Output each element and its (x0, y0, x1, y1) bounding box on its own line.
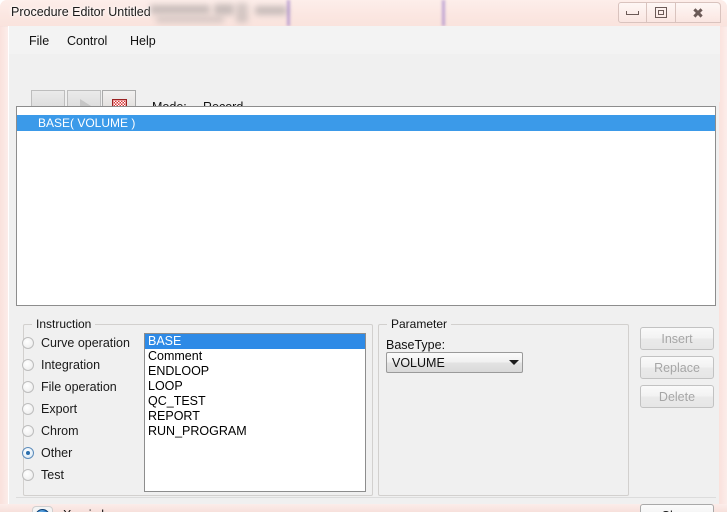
window-border-right (719, 26, 727, 512)
radio-file-operation[interactable]: File operation (22, 380, 117, 394)
instruction-group-title: Instruction (32, 317, 96, 331)
radio-label: Chrom (41, 424, 79, 438)
redacted-artifact (214, 4, 234, 15)
radio-export[interactable]: Export (22, 402, 77, 416)
radio-icon (22, 381, 34, 393)
menu-item-help[interactable]: Help (124, 32, 162, 50)
menu-item-control[interactable]: Control (61, 32, 113, 50)
minimize-button[interactable] (618, 2, 647, 23)
close-window-button[interactable]: ✖ (676, 2, 721, 23)
radio-icon (22, 359, 34, 371)
radio-icon (22, 469, 34, 481)
maximize-icon (655, 7, 667, 18)
client-area: File Control Help REC Mode: Record BASE(… (8, 26, 720, 512)
radio-label: Test (41, 468, 64, 482)
maximize-button[interactable] (647, 2, 676, 23)
radio-label: Curve operation (41, 336, 130, 350)
radio-label: Export (41, 402, 78, 416)
radio-label: Other (41, 446, 73, 460)
redacted-artifact (236, 3, 248, 23)
radio-icon-checked (22, 447, 34, 459)
redacted-artifact (255, 6, 287, 15)
radio-label: File operation (41, 380, 117, 394)
minimize-icon (626, 10, 639, 15)
basetype-value: VOLUME (392, 355, 445, 370)
radio-icon (22, 425, 34, 437)
help-icon[interactable]: ? (32, 506, 53, 512)
window-border-left (0, 26, 8, 512)
title-bar: Procedure Editor Untitled ✖ (0, 0, 727, 27)
status-text: X-axis base (63, 508, 128, 512)
basetype-label: BaseType: (386, 338, 446, 352)
delete-button[interactable]: Delete (640, 385, 714, 408)
instruction-listbox[interactable]: BASE Comment ENDLOOP LOOP QC_TEST REPORT… (144, 333, 366, 492)
close-button[interactable]: Close (640, 504, 714, 512)
window-controls: ✖ (618, 2, 721, 23)
list-item-loop[interactable]: LOOP (145, 379, 365, 394)
list-item-run-program[interactable]: RUN_PROGRAM (145, 424, 365, 439)
footer-separator (16, 497, 716, 498)
program-row-selected[interactable]: BASE( VOLUME ) (17, 115, 715, 131)
redacted-artifact (156, 16, 224, 23)
menu-bar: File Control Help (9, 26, 720, 55)
purple-streak-artifact (441, 0, 446, 26)
purple-streak-artifact (286, 0, 291, 26)
insert-button[interactable]: Insert (640, 327, 714, 350)
list-item-endloop[interactable]: ENDLOOP (145, 364, 365, 379)
radio-curve-operation[interactable]: Curve operation (22, 336, 130, 350)
toolbar: REC Mode: Record (9, 54, 720, 122)
list-top-spacer (17, 107, 715, 115)
radio-chrom[interactable]: Chrom (22, 424, 79, 438)
replace-button[interactable]: Replace (640, 356, 714, 379)
radio-integration[interactable]: Integration (22, 358, 100, 372)
parameter-group-title: Parameter (387, 317, 452, 331)
radio-test[interactable]: Test (22, 468, 64, 482)
radio-label: Integration (41, 358, 101, 372)
radio-icon (22, 337, 34, 349)
menu-item-file[interactable]: File (23, 32, 55, 50)
basetype-combobox[interactable]: VOLUME (386, 352, 523, 373)
list-item-qc-test[interactable]: QC_TEST (145, 394, 365, 409)
radio-icon (22, 403, 34, 415)
list-item-report[interactable]: REPORT (145, 409, 365, 424)
window-title: Procedure Editor Untitled (11, 5, 151, 19)
radio-other[interactable]: Other (22, 446, 72, 460)
close-icon: ✖ (692, 4, 704, 21)
list-item-base[interactable]: BASE (145, 334, 365, 349)
program-listing-panel[interactable]: BASE( VOLUME ) (16, 106, 716, 306)
chevron-down-icon[interactable] (505, 360, 522, 365)
list-item-comment[interactable]: Comment (145, 349, 365, 364)
redacted-artifact (150, 5, 210, 14)
application-window: Procedure Editor Untitled ✖ File Control (0, 0, 727, 512)
